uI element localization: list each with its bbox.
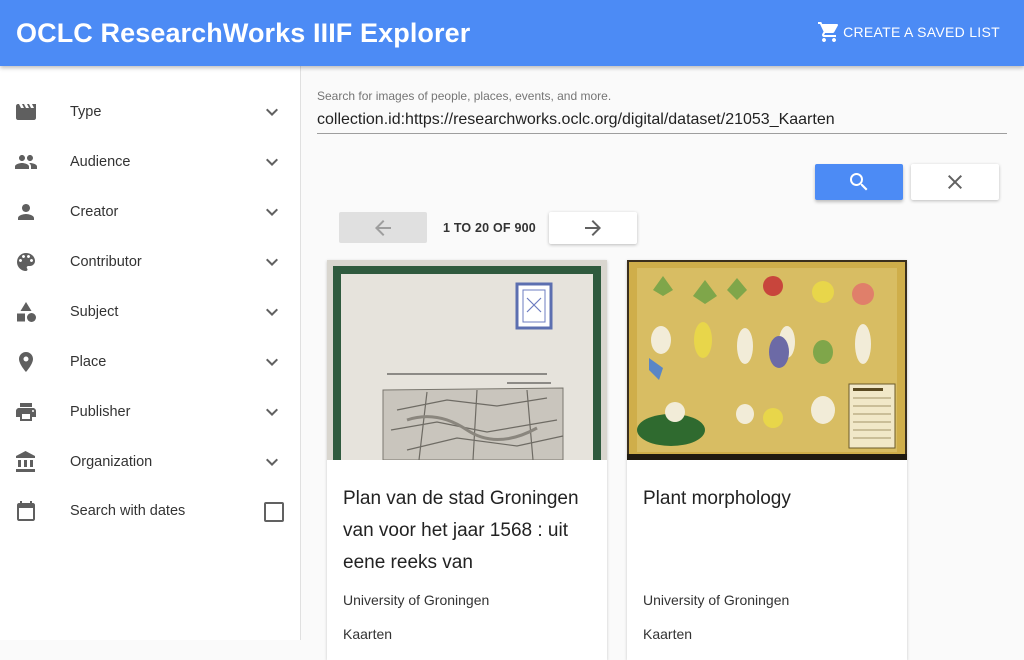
- facet-label: Subject: [70, 304, 119, 320]
- facet-label: Search with dates: [70, 503, 186, 519]
- facet-label: Place: [70, 354, 107, 370]
- search-with-dates-checkbox[interactable]: [264, 502, 284, 522]
- chevron-down-icon[interactable]: [260, 400, 284, 424]
- chevron-down-icon[interactable]: [260, 300, 284, 324]
- previous-page-button[interactable]: [339, 212, 427, 243]
- people-icon: [14, 150, 38, 174]
- result-institution: University of Groningen: [343, 592, 490, 608]
- facet-publisher[interactable]: Publisher: [0, 388, 300, 438]
- clear-button[interactable]: [911, 164, 999, 200]
- result-title: Plan van de stad Groningen van voor het …: [343, 488, 579, 573]
- facet-label: Creator: [70, 204, 119, 220]
- chevron-down-icon[interactable]: [260, 250, 284, 274]
- chevron-down-icon[interactable]: [260, 350, 284, 374]
- facet-sidebar: Type Audience Creator Contributor Subjec…: [0, 66, 301, 640]
- result-card[interactable]: Plan van de stad Groningen van voor het …: [327, 260, 607, 660]
- category-icon: [14, 300, 38, 324]
- facet-organization[interactable]: Organization: [0, 438, 300, 488]
- facet-contributor[interactable]: Contributor: [0, 238, 300, 288]
- facet-label: Publisher: [70, 404, 131, 420]
- main-content: Search for images of people, places, eve…: [301, 66, 1024, 660]
- movie-icon: [14, 100, 38, 124]
- palette-icon: [14, 250, 38, 274]
- shopping-cart-icon: [818, 22, 839, 42]
- chevron-down-icon[interactable]: [260, 200, 284, 224]
- pager-status: 1 TO 20 OF 900: [443, 221, 536, 235]
- facet-type[interactable]: Type: [0, 88, 300, 138]
- result-card[interactable]: Plant morphology University of Groningen…: [627, 260, 907, 660]
- place-icon: [14, 350, 38, 374]
- app-bar: OCLC ResearchWorks IIIF Explorer CREATE …: [0, 0, 1024, 66]
- arrow-forward-icon: [585, 220, 601, 236]
- botanical-chart-thumbnail: [627, 260, 907, 460]
- chevron-down-icon[interactable]: [260, 150, 284, 174]
- facet-creator[interactable]: Creator: [0, 188, 300, 238]
- next-page-button[interactable]: [549, 212, 637, 244]
- result-title: Plant morphology: [643, 488, 791, 509]
- facet-search-with-dates[interactable]: Search with dates: [0, 487, 300, 537]
- chevron-down-icon[interactable]: [260, 450, 284, 474]
- facet-audience[interactable]: Audience: [0, 138, 300, 188]
- facet-place[interactable]: Place: [0, 338, 300, 388]
- facet-label: Organization: [70, 454, 153, 470]
- app-title: OCLC ResearchWorks IIIF Explorer: [16, 17, 471, 48]
- create-saved-list-button[interactable]: CREATE A SAVED LIST: [817, 20, 1000, 44]
- print-icon: [14, 400, 38, 424]
- close-icon: [948, 175, 962, 189]
- search-hint: Search for images of people, places, eve…: [317, 89, 612, 103]
- arrow-back-icon: [375, 219, 391, 236]
- calendar-icon: [14, 499, 38, 523]
- facet-label: Audience: [70, 154, 131, 170]
- facet-subject[interactable]: Subject: [0, 288, 300, 338]
- facet-label: Contributor: [70, 254, 142, 270]
- person-icon: [14, 200, 38, 224]
- chevron-down-icon[interactable]: [260, 100, 284, 124]
- account-balance-icon: [14, 450, 38, 474]
- create-saved-list-label: CREATE A SAVED LIST: [843, 24, 1000, 40]
- map-thumbnail: [327, 260, 607, 460]
- search-input[interactable]: [317, 106, 1007, 134]
- search-icon: [850, 173, 868, 191]
- search-button[interactable]: [815, 164, 903, 200]
- facet-label: Type: [70, 104, 102, 120]
- result-institution: University of Groningen: [643, 592, 790, 608]
